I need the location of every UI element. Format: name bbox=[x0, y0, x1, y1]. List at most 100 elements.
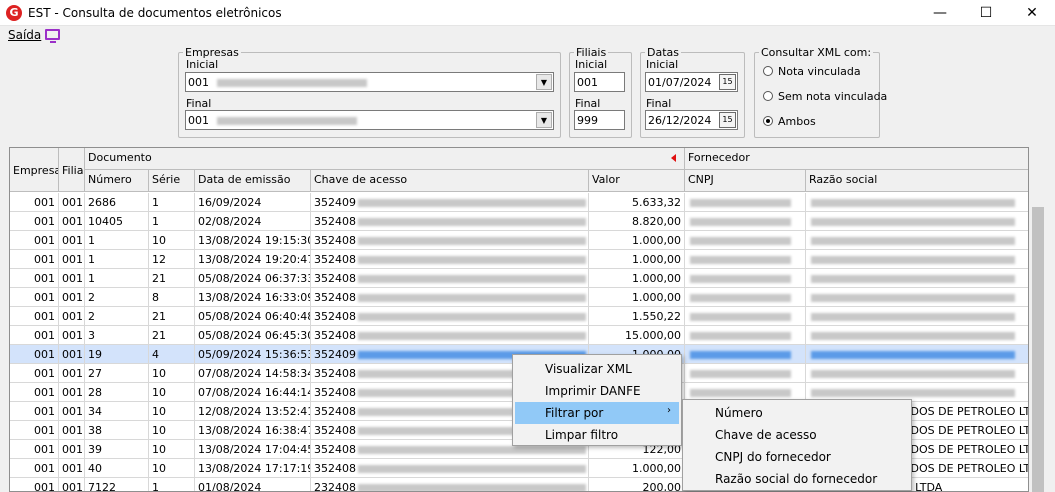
monitor-icon[interactable] bbox=[45, 29, 60, 43]
cell-data[interactable]: 13/08/2024 17:04:45 bbox=[195, 440, 311, 459]
col-razao-header[interactable]: Razão social bbox=[806, 170, 1028, 192]
cell-numero[interactable]: 27 bbox=[85, 364, 149, 383]
cell-cnpj[interactable] bbox=[685, 345, 806, 364]
table-row[interactable]: 001 001 1 21 05/08/2024 06:37:33 352408 1.000,… bbox=[10, 269, 1028, 288]
cell-serie[interactable]: 21 bbox=[149, 307, 195, 326]
cell-cnpj[interactable] bbox=[685, 364, 806, 383]
cell-serie[interactable]: 1 bbox=[149, 193, 195, 212]
cell-data[interactable]: 05/08/2024 06:37:33 bbox=[195, 269, 311, 288]
menu-imprimir-danfe[interactable]: Imprimir DANFE bbox=[515, 380, 679, 402]
cell-valor[interactable]: 1.000,00 bbox=[589, 231, 685, 250]
menu-filtrar-por[interactable]: Filtrar por › bbox=[515, 402, 679, 424]
cell-numero[interactable]: 34 bbox=[85, 402, 149, 421]
cell-filial[interactable]: 001 bbox=[59, 307, 85, 326]
cell-empresa[interactable]: 001 bbox=[10, 421, 59, 440]
table-row[interactable]: 001 001 2686 1 16/09/2024 352409 5.633,32 bbox=[10, 193, 1028, 212]
table-row[interactable]: 001 001 2 21 05/08/2024 06:40:48 352408 1.550,… bbox=[10, 307, 1028, 326]
cell-chave[interactable]: 352408 bbox=[311, 231, 589, 250]
cell-empresa[interactable]: 001 bbox=[10, 440, 59, 459]
table-row[interactable]: 001 001 3 21 05/08/2024 06:45:30 352408 15.000… bbox=[10, 326, 1028, 345]
cell-data[interactable]: 13/08/2024 16:33:09 bbox=[195, 288, 311, 307]
calendar-icon[interactable]: 15 bbox=[719, 112, 736, 128]
cell-chave[interactable]: 352408 bbox=[311, 269, 589, 288]
cell-serie[interactable]: 1 bbox=[149, 478, 195, 491]
cell-empresa[interactable]: 001 bbox=[10, 288, 59, 307]
cell-razao[interactable] bbox=[806, 364, 1028, 383]
cell-razao[interactable] bbox=[806, 345, 1028, 364]
cell-empresa[interactable]: 001 bbox=[10, 345, 59, 364]
submenu-cnpj-fornecedor[interactable]: CNPJ do fornecedor bbox=[685, 446, 909, 468]
cell-serie[interactable]: 4 bbox=[149, 345, 195, 364]
cell-empresa[interactable]: 001 bbox=[10, 364, 59, 383]
radio-icon[interactable] bbox=[763, 116, 773, 126]
cell-valor[interactable]: 15.000,00 bbox=[589, 326, 685, 345]
table-row[interactable]: 001 001 10405 1 02/08/2024 352408 8.820,00 bbox=[10, 212, 1028, 231]
table-row[interactable]: 001 001 1 12 13/08/2024 19:20:47 352408 1.000,… bbox=[10, 250, 1028, 269]
cell-filial[interactable]: 001 bbox=[59, 231, 85, 250]
cell-razao[interactable] bbox=[806, 307, 1028, 326]
submenu-razao-social[interactable]: Razão social do fornecedor bbox=[685, 468, 909, 490]
cell-filial[interactable]: 001 bbox=[59, 212, 85, 231]
cell-valor[interactable]: 5.633,32 bbox=[589, 193, 685, 212]
radio-icon[interactable] bbox=[763, 66, 773, 76]
cell-razao[interactable] bbox=[806, 288, 1028, 307]
cell-empresa[interactable]: 001 bbox=[10, 402, 59, 421]
dropdown-arrow-icon[interactable]: ▼ bbox=[536, 112, 552, 128]
cell-empresa[interactable]: 001 bbox=[10, 459, 59, 478]
maximize-button[interactable]: ☐ bbox=[963, 0, 1009, 26]
cell-chave[interactable]: 232408 bbox=[311, 478, 589, 491]
cell-filial[interactable]: 001 bbox=[59, 288, 85, 307]
cell-filial[interactable]: 001 bbox=[59, 326, 85, 345]
cell-serie[interactable]: 10 bbox=[149, 402, 195, 421]
radio-icon[interactable] bbox=[763, 91, 773, 101]
col-chave-header[interactable]: Chave de acesso bbox=[311, 170, 589, 192]
cell-chave[interactable]: 352408 bbox=[311, 288, 589, 307]
dropdown-arrow-icon[interactable]: ▼ bbox=[536, 74, 552, 90]
cell-valor[interactable]: 200,00 bbox=[589, 478, 685, 491]
cell-numero[interactable]: 19 bbox=[85, 345, 149, 364]
cell-data[interactable]: 16/09/2024 bbox=[195, 193, 311, 212]
cell-empresa[interactable]: 001 bbox=[10, 478, 59, 491]
cell-chave[interactable]: 352408 bbox=[311, 212, 589, 231]
cell-filial[interactable]: 001 bbox=[59, 402, 85, 421]
menu-visualizar-xml[interactable]: Visualizar XML bbox=[515, 358, 679, 380]
cell-empresa[interactable]: 001 bbox=[10, 212, 59, 231]
cell-filial[interactable]: 001 bbox=[59, 193, 85, 212]
cell-serie[interactable]: 1 bbox=[149, 212, 195, 231]
cell-serie[interactable]: 21 bbox=[149, 269, 195, 288]
cell-chave[interactable]: 352408 bbox=[311, 326, 589, 345]
cell-data[interactable]: 05/08/2024 06:40:48 bbox=[195, 307, 311, 326]
cell-serie[interactable]: 10 bbox=[149, 459, 195, 478]
cell-filial[interactable]: 001 bbox=[59, 345, 85, 364]
cell-empresa[interactable]: 001 bbox=[10, 250, 59, 269]
cell-numero[interactable]: 1 bbox=[85, 269, 149, 288]
menu-limpar-filtro[interactable]: Limpar filtro bbox=[515, 424, 679, 446]
cell-razao[interactable] bbox=[806, 231, 1028, 250]
cell-filial[interactable]: 001 bbox=[59, 478, 85, 491]
cell-data[interactable]: 01/08/2024 bbox=[195, 478, 311, 491]
cell-numero[interactable]: 28 bbox=[85, 383, 149, 402]
calendar-icon[interactable]: 15 bbox=[719, 74, 736, 90]
cell-filial[interactable]: 001 bbox=[59, 269, 85, 288]
cell-numero[interactable]: 7122 bbox=[85, 478, 149, 491]
minimize-button[interactable]: — bbox=[917, 0, 963, 26]
cell-serie[interactable]: 10 bbox=[149, 383, 195, 402]
cell-cnpj[interactable] bbox=[685, 231, 806, 250]
cell-serie[interactable]: 10 bbox=[149, 231, 195, 250]
cell-razao[interactable] bbox=[806, 212, 1028, 231]
cell-cnpj[interactable] bbox=[685, 288, 806, 307]
cell-data[interactable]: 07/08/2024 14:58:34 bbox=[195, 364, 311, 383]
cell-numero[interactable]: 40 bbox=[85, 459, 149, 478]
cell-numero[interactable]: 38 bbox=[85, 421, 149, 440]
cell-chave[interactable]: 352408 bbox=[311, 307, 589, 326]
data-inicial-input[interactable]: 01/07/2024 15 bbox=[645, 72, 738, 92]
cell-valor[interactable]: 1.000,00 bbox=[589, 288, 685, 307]
cell-numero[interactable]: 2 bbox=[85, 307, 149, 326]
cell-cnpj[interactable] bbox=[685, 326, 806, 345]
table-row[interactable]: 001 001 2 8 13/08/2024 16:33:09 352408 1.000,0… bbox=[10, 288, 1028, 307]
empresa-final-select[interactable]: 001 ▼ bbox=[185, 110, 554, 130]
table-row[interactable]: 001 001 1 10 13/08/2024 19:15:30 352408 1.000,… bbox=[10, 231, 1028, 250]
cell-data[interactable]: 13/08/2024 19:20:47 bbox=[195, 250, 311, 269]
cell-data[interactable]: 07/08/2024 16:44:14 bbox=[195, 383, 311, 402]
col-valor-header[interactable]: Valor bbox=[589, 170, 685, 192]
